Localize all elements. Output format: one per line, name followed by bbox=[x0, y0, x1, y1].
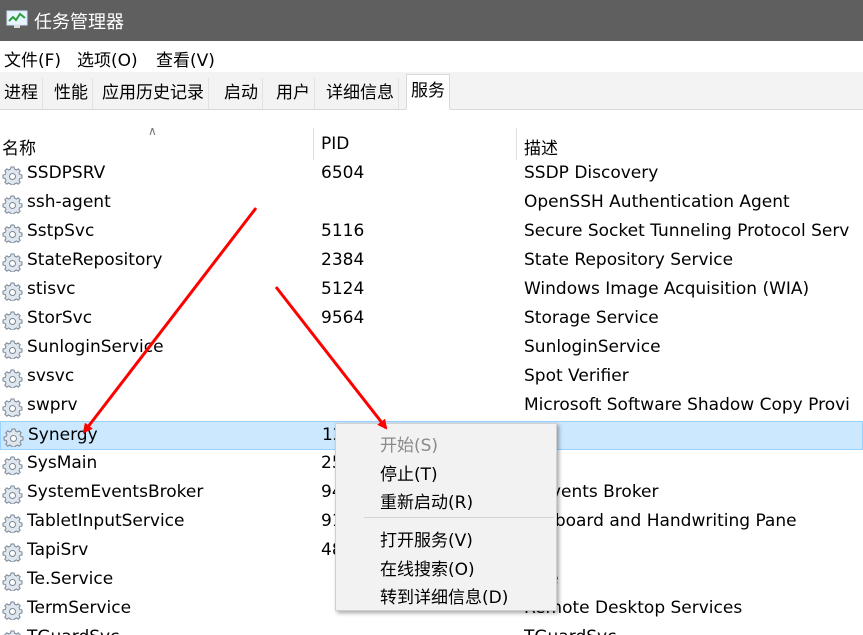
column-divider[interactable] bbox=[516, 128, 517, 160]
table-row[interactable]: SSDPSRV 6504 SSDP Discovery bbox=[0, 160, 863, 189]
table-row[interactable]: ssh-agent OpenSSH Authentication Agent bbox=[0, 189, 863, 218]
service-name: stisvc bbox=[27, 279, 76, 299]
tab-details[interactable]: 详细信息 bbox=[322, 78, 399, 109]
table-row[interactable]: SstpSvc 5116 Secure Socket Tunneling Proto… bbox=[0, 218, 863, 247]
table-row[interactable]: TGuardSvc TGuardSvc bbox=[0, 624, 863, 635]
tab-services[interactable]: 服务 bbox=[406, 74, 450, 110]
table-row[interactable]: svsvc Spot Verifier bbox=[0, 363, 863, 392]
service-gear-icon bbox=[2, 252, 24, 273]
service-gear-icon bbox=[2, 484, 24, 505]
service-pid: 2384 bbox=[321, 250, 365, 270]
tab-app-history[interactable]: 应用历史记录 bbox=[98, 78, 209, 109]
service-pid: 5124 bbox=[321, 279, 365, 299]
service-name: TabletInputService bbox=[27, 511, 185, 531]
service-pid: 5116 bbox=[321, 221, 365, 241]
menu-bar: 文件(F) 选项(O) 查看(V) bbox=[0, 41, 863, 72]
menu-item-stop[interactable]: 停止(T) bbox=[380, 460, 438, 485]
table-row[interactable]: StateRepository 2384 State Repository Serv… bbox=[0, 247, 863, 276]
service-name: TermService bbox=[27, 598, 132, 618]
service-name: Te.Service bbox=[27, 569, 114, 589]
service-name: SunloginService bbox=[27, 337, 164, 357]
service-description: Keyboard and Handwriting Pane bbox=[524, 511, 797, 531]
menu-item-start[interactable]: 开始(S) bbox=[380, 431, 438, 456]
column-divider[interactable] bbox=[313, 128, 314, 160]
tab-users[interactable]: 用户 bbox=[272, 78, 315, 109]
service-name: ssh-agent bbox=[27, 192, 111, 212]
service-gear-icon bbox=[2, 600, 24, 621]
service-description: Storage Service bbox=[524, 308, 659, 328]
table-row[interactable]: SunloginService SunloginService bbox=[0, 334, 863, 363]
service-gear-icon bbox=[2, 397, 24, 418]
service-name: SstpSvc bbox=[27, 221, 95, 241]
service-gear-icon bbox=[2, 542, 24, 563]
service-description: SunloginService bbox=[524, 337, 661, 357]
service-name: Synergy bbox=[28, 425, 98, 445]
service-description: Secure Socket Tunneling Protocol Serv bbox=[524, 221, 850, 241]
menu-item-restart[interactable]: 重新启动(R) bbox=[380, 488, 473, 513]
service-gear-icon bbox=[2, 281, 24, 302]
service-pid: 9564 bbox=[321, 308, 365, 328]
menu-item-open-services[interactable]: 打开服务(V) bbox=[380, 526, 473, 551]
menu-item-search-online[interactable]: 在线搜索(O) bbox=[380, 555, 475, 580]
table-row[interactable]: swprv Microsoft Software Shadow Copy Prov… bbox=[0, 392, 863, 421]
service-gear-icon bbox=[2, 455, 24, 476]
service-description: Microsoft Software Shadow Copy Provi bbox=[524, 395, 850, 415]
service-gear-icon bbox=[2, 165, 24, 186]
context-menu: 开始(S) 停止(T) 重新启动(R) 打开服务(V) 在线搜索(O) 转到详细… bbox=[335, 423, 557, 611]
table-row[interactable]: stisvc 5124 Windows Image Acquisition (WIA… bbox=[0, 276, 863, 305]
table-row[interactable]: StorSvc 9564 Storage Service bbox=[0, 305, 863, 334]
menu-view[interactable]: 查看(V) bbox=[156, 46, 215, 71]
column-header-name[interactable]: 名称 bbox=[2, 134, 36, 159]
service-gear-icon bbox=[3, 427, 25, 448]
service-gear-icon bbox=[2, 339, 24, 360]
service-description: OpenSSH Authentication Agent bbox=[524, 192, 790, 212]
task-manager-icon bbox=[6, 10, 28, 28]
service-description: Windows Image Acquisition (WIA) bbox=[524, 279, 810, 299]
menu-file[interactable]: 文件(F) bbox=[4, 46, 61, 71]
service-description: TGuardSvc bbox=[524, 627, 616, 635]
service-gear-icon bbox=[2, 513, 24, 534]
service-name: TGuardSvc bbox=[27, 627, 119, 635]
service-name: SSDPSRV bbox=[27, 163, 106, 183]
service-description: State Repository Service bbox=[524, 250, 734, 270]
service-gear-icon bbox=[2, 223, 24, 244]
column-header-description[interactable]: 描述 bbox=[524, 134, 558, 159]
service-name: swprv bbox=[27, 395, 78, 415]
column-header-pid[interactable]: PID bbox=[321, 134, 349, 154]
service-name: TapiSrv bbox=[27, 540, 89, 560]
tab-bar: 进程 性能 应用历史记录 启动 用户 详细信息 服务 bbox=[0, 72, 863, 110]
service-gear-icon bbox=[2, 571, 24, 592]
tab-spacer bbox=[0, 110, 863, 127]
service-gear-icon bbox=[2, 194, 24, 215]
tab-performance[interactable]: 性能 bbox=[50, 78, 93, 109]
service-gear-icon bbox=[2, 629, 24, 635]
service-gear-icon bbox=[2, 368, 24, 389]
column-header-row: 名称 PID 描述 bbox=[0, 128, 863, 160]
service-gear-icon bbox=[2, 310, 24, 331]
tab-processes[interactable]: 进程 bbox=[0, 78, 43, 109]
window-title: 任务管理器 bbox=[34, 12, 124, 33]
menu-options[interactable]: 选项(O) bbox=[77, 46, 138, 71]
service-name: svsvc bbox=[27, 366, 75, 386]
service-name: SystemEventsBroker bbox=[27, 482, 204, 502]
tab-startup[interactable]: 启动 bbox=[220, 78, 263, 109]
service-name: StorSvc bbox=[27, 308, 93, 328]
sort-ascending-icon: ∧ bbox=[148, 124, 157, 138]
service-name: StateRepository bbox=[27, 250, 163, 270]
service-description: Spot Verifier bbox=[524, 366, 629, 386]
menu-separator bbox=[364, 517, 554, 518]
service-description: SSDP Discovery bbox=[524, 163, 659, 183]
menu-item-go-to-details[interactable]: 转到详细信息(D) bbox=[380, 583, 508, 608]
service-name: SysMain bbox=[27, 453, 98, 473]
title-bar: 任务管理器 bbox=[0, 0, 863, 41]
service-pid: 6504 bbox=[321, 163, 365, 183]
